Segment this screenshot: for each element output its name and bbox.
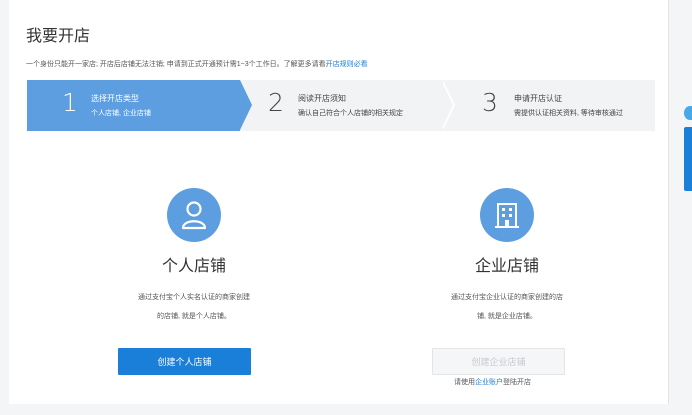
step-2: 2 阅读开店须知 确认自己符合个人店铺的相关规定 bbox=[253, 80, 443, 131]
step-3-desc: 需提供认证相关资料, 等待审核通过 bbox=[514, 110, 623, 117]
step-1-title: 选择开店类型 bbox=[91, 94, 139, 103]
company-login-hint: 请使用企业账户登陆开店 bbox=[454, 377, 531, 387]
rules-link[interactable]: 开店规则必看 bbox=[326, 61, 368, 68]
step-2-title: 阅读开店须知 bbox=[298, 94, 346, 103]
company-store-desc: 通过支付宝企业认证的商家创建的店 铺, 就是企业店铺。 bbox=[407, 288, 607, 326]
side-feedback-tab[interactable] bbox=[684, 127, 692, 191]
personal-store-option: 个人店铺 通过支付宝个人实名认证的商家创建 的店铺, 就是个人店铺。 bbox=[94, 188, 294, 326]
create-company-store-button[interactable]: 创建企业店铺 bbox=[432, 348, 565, 375]
notice-body: 一个身份只能开一家店; 开店后店铺无法注销; 申请到正式开通预计需1~3个工作日… bbox=[26, 61, 326, 68]
step-1-desc: 个人店铺, 企业店铺 bbox=[91, 110, 151, 117]
user-icon bbox=[167, 188, 221, 242]
personal-store-title: 个人店铺 bbox=[161, 258, 226, 275]
company-store-option: 企业店铺 通过支付宝企业认证的商家创建的店 铺, 就是企业店铺。 bbox=[407, 188, 607, 326]
step-2-number: 2 bbox=[268, 88, 284, 117]
company-store-title: 企业店铺 bbox=[474, 258, 539, 275]
step-1: 1 选择开店类型 个人店铺, 企业店铺 bbox=[27, 80, 240, 131]
building-icon bbox=[480, 188, 534, 242]
step-1-number: 1 bbox=[62, 88, 78, 117]
company-desc-line-1: 通过支付宝企业认证的商家创建的店 bbox=[451, 294, 563, 301]
create-personal-store-button[interactable]: 创建个人店铺 bbox=[118, 348, 251, 375]
personal-desc-line-2: 的店铺, 就是个人店铺。 bbox=[157, 313, 231, 320]
hint-suffix: 登陆开店 bbox=[503, 379, 531, 386]
company-account-link[interactable]: 企业账户 bbox=[475, 379, 503, 386]
open-store-card: 我要开店 一个身份只能开一家店; 开店后店铺无法注销; 申请到正式开通预计需1~… bbox=[9, 0, 669, 404]
step-3-title: 申请开店认证 bbox=[514, 94, 562, 103]
page-title: 我要开店 bbox=[26, 28, 91, 45]
personal-desc-line-1: 通过支付宝个人实名认证的商家创建 bbox=[138, 294, 250, 301]
step-3: 3 申请开店认证 需提供认证相关资料, 等待审核通过 bbox=[457, 80, 655, 131]
notice-text: 一个身份只能开一家店; 开店后店铺无法注销; 申请到正式开通预计需1~3个工作日… bbox=[26, 59, 368, 69]
company-desc-line-2: 铺, 就是企业店铺。 bbox=[477, 313, 537, 320]
step-3-number: 3 bbox=[482, 88, 498, 117]
hint-prefix: 请使用 bbox=[454, 379, 475, 386]
step-progress: 1 选择开店类型 个人店铺, 企业店铺 2 阅读开店须知 确认自己符合个人店铺的… bbox=[27, 80, 655, 131]
personal-store-desc: 通过支付宝个人实名认证的商家创建 的店铺, 就是个人店铺。 bbox=[94, 288, 294, 326]
step-1-arrow bbox=[240, 80, 252, 130]
step-2-desc: 确认自己符合个人店铺的相关规定 bbox=[298, 110, 403, 117]
side-widget-icon[interactable] bbox=[684, 106, 692, 120]
